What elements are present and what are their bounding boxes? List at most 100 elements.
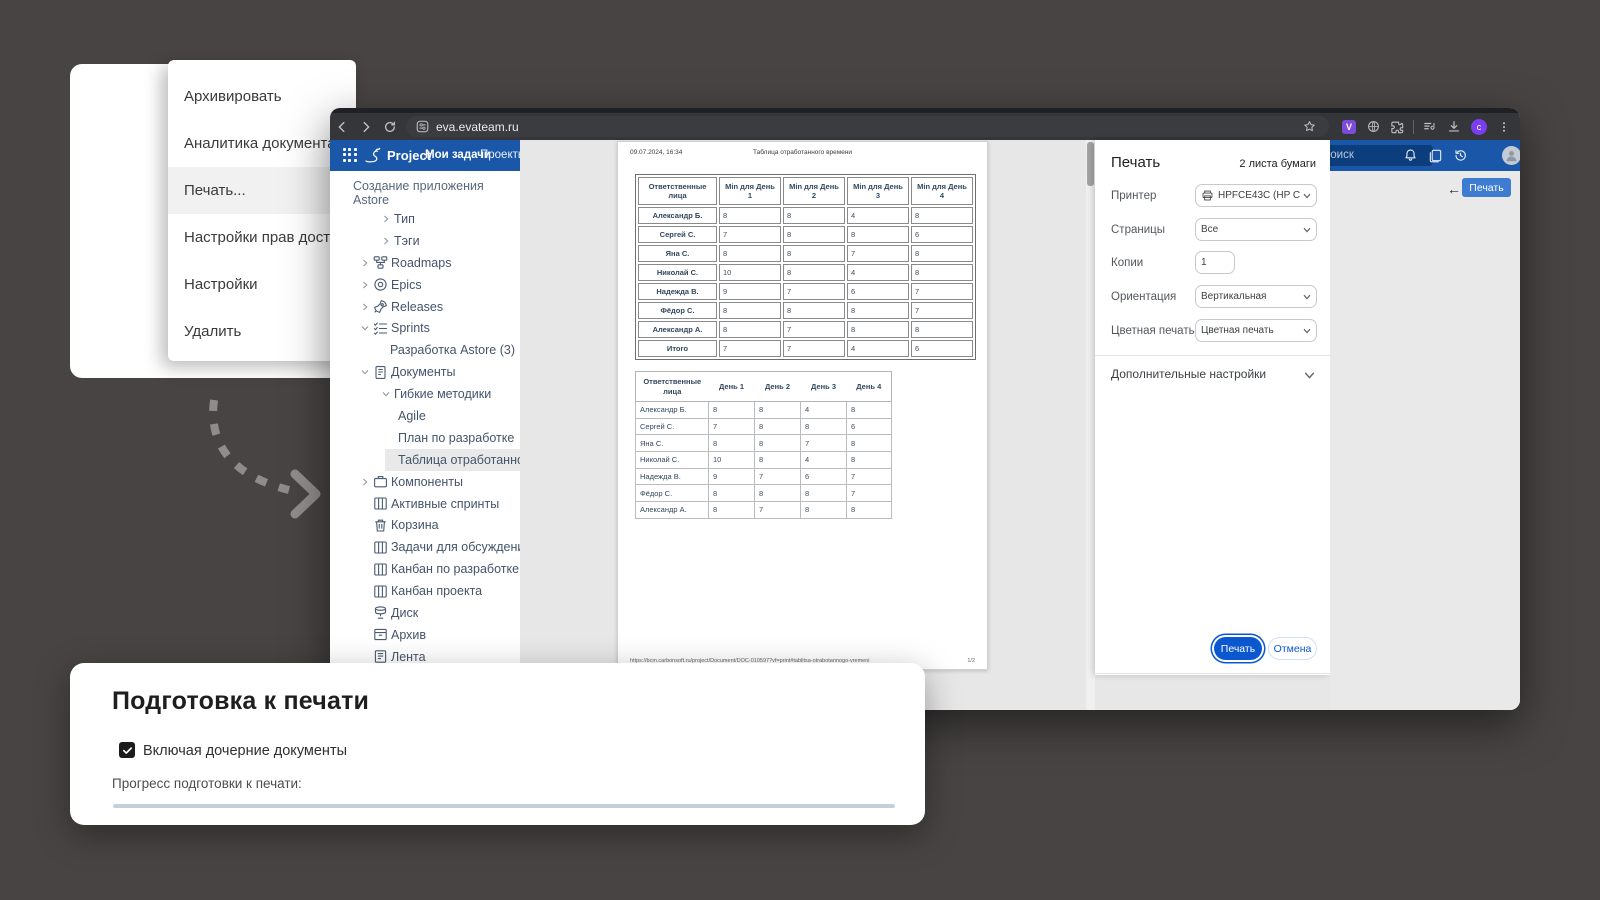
address-bar[interactable]: eva.evateam.ru	[406, 116, 1329, 137]
print-confirm-button[interactable]: Печать	[1214, 637, 1262, 660]
site-info-icon[interactable]	[414, 117, 430, 137]
kebab-menu-icon[interactable]	[1492, 117, 1516, 137]
chevron-down-icon[interactable]	[382, 390, 394, 398]
url-text[interactable]: eva.evateam.ru	[436, 120, 1297, 134]
sidebar-item[interactable]: Epics	[330, 274, 520, 296]
hours-cell: 7	[709, 418, 755, 435]
sidebar-item[interactable]: Releases	[330, 296, 520, 318]
sidebar-item-label: Sprints	[391, 321, 430, 335]
additional-settings-label[interactable]: Дополнительные настройки	[1111, 367, 1266, 381]
chevron-right-icon[interactable]	[361, 303, 373, 311]
chevron-down-icon[interactable]	[361, 368, 373, 376]
document-context-menu: АрхивироватьАналитика документаПечать...…	[168, 60, 356, 361]
bookmark-star-icon[interactable]	[1297, 117, 1321, 137]
person-name-cell: Надежда В.	[636, 468, 709, 485]
preview-scrollbar[interactable]	[1086, 140, 1095, 710]
reload-icon[interactable]	[378, 117, 402, 137]
print-field-value: Цветная печать	[1201, 325, 1300, 336]
downloads-icon[interactable]	[1442, 117, 1466, 137]
reading-list-icon[interactable]	[1418, 117, 1442, 137]
browser-profile-avatar[interactable]: c	[1471, 119, 1487, 135]
sidebar-item[interactable]: План по разработке	[330, 427, 520, 449]
board-icon	[373, 540, 391, 555]
context-menu-item[interactable]: Архивировать	[168, 73, 356, 120]
sidebar-item[interactable]: Диск	[330, 602, 520, 624]
back-icon[interactable]	[330, 117, 354, 137]
hours-cell: 6	[847, 418, 892, 435]
chevron-right-icon[interactable]	[361, 259, 373, 267]
sidebar-item[interactable]: Тэги	[330, 230, 520, 252]
sidebar-item[interactable]: Таблица отработанного времени	[330, 449, 520, 471]
sidebar-item[interactable]: Канбан по разработке	[330, 558, 520, 580]
sidebar-item[interactable]: Гибкие методики	[330, 383, 520, 405]
back-arrow[interactable]: ←	[1447, 181, 1461, 197]
print-settings-panel: Печать 2 листа бумаги ПринтерHPFCE43C (H…	[1095, 140, 1330, 675]
sidebar-item[interactable]: Agile	[330, 405, 520, 427]
preview-scrollbar-thumb[interactable]	[1087, 142, 1094, 186]
sidebar-item[interactable]: Тип	[330, 208, 520, 230]
sidebar-item[interactable]: Задачи для обсуждения	[330, 536, 520, 558]
person-name-cell: Николай С.	[636, 452, 709, 469]
chevron-down-icon[interactable]	[361, 324, 373, 332]
project-title[interactable]: Создание приложения Astore	[330, 183, 520, 203]
table-row: Надежда В.9767	[638, 283, 973, 300]
extensions-puzzle-icon[interactable]	[1385, 117, 1409, 137]
chevron-right-icon[interactable]	[361, 281, 373, 289]
hours-cell: 8	[719, 302, 781, 319]
sidebar-item[interactable]: Канбан проекта	[330, 580, 520, 602]
history-icon[interactable]	[1453, 148, 1469, 164]
print-field-value: Все	[1201, 224, 1300, 235]
context-menu-item[interactable]: Настройки	[168, 261, 356, 308]
sidebar-item[interactable]: Архив	[330, 624, 520, 646]
sidebar-item[interactable]: Документы	[330, 361, 520, 383]
app-grid-icon[interactable]	[343, 148, 357, 162]
extension-v-icon[interactable]: V	[1342, 120, 1356, 134]
context-menu-item[interactable]: Удалить	[168, 308, 356, 355]
sidebar-item[interactable]: Компоненты	[330, 471, 520, 493]
sidebar-item[interactable]: Sprints	[330, 317, 520, 339]
chevron-right-icon[interactable]	[361, 478, 373, 486]
hours-cell: 9	[709, 468, 755, 485]
globe-extension-icon[interactable]	[1361, 117, 1385, 137]
print-field-label: Страницы	[1111, 224, 1165, 236]
print-cancel-button[interactable]: Отмена	[1268, 637, 1317, 660]
context-menu-item[interactable]: Аналитика документа	[168, 120, 356, 167]
notes-icon[interactable]	[1428, 148, 1444, 164]
printer-select[interactable]: HPFCE43C (HP Color La:	[1195, 184, 1317, 207]
hours-cell: 7	[719, 340, 781, 357]
dashed-arrow-annotation	[195, 390, 335, 550]
bell-icon[interactable]	[1403, 148, 1419, 164]
table-header-cell: День 1	[709, 372, 755, 402]
app-logo-icon[interactable]	[363, 144, 383, 171]
app-print-button[interactable]: Печать	[1462, 178, 1511, 197]
chevron-right-icon[interactable]	[382, 215, 394, 223]
context-menu-item[interactable]: Настройки прав доступа	[168, 214, 356, 261]
hours-cell: 8	[783, 207, 845, 224]
hours-cell: 8	[709, 402, 755, 419]
progress-label: Прогресс подготовки к печати:	[112, 776, 302, 791]
hours-cell: 7	[847, 485, 892, 502]
context-menu-item[interactable]: Печать...	[168, 167, 356, 214]
chevron-right-icon[interactable]	[382, 237, 394, 245]
sidebar-item-label: Epics	[391, 278, 422, 292]
include-children-label[interactable]: Включая дочерние документы	[143, 743, 347, 759]
print-option-select[interactable]: Все	[1195, 218, 1317, 241]
chevron-down-icon[interactable]	[1304, 368, 1315, 386]
sidebar-item[interactable]: Разработка Astore (3)	[330, 339, 520, 361]
print-option-select[interactable]: Вертикальная	[1195, 285, 1317, 308]
hours-cell: 7	[847, 468, 892, 485]
archive-icon	[373, 627, 391, 642]
sidebar-item-label: Лента	[391, 650, 426, 664]
forward-icon[interactable]	[354, 117, 378, 137]
sidebar-item[interactable]: Roadmaps	[330, 252, 520, 274]
sidebar-item[interactable]: Активные спринты	[330, 493, 520, 515]
user-avatar[interactable]	[1502, 146, 1520, 165]
print-preview-overlay: 09.07.2024, 16:34 Таблица отработанного …	[520, 140, 1330, 710]
copies-input[interactable]: 1	[1195, 251, 1235, 274]
hours-cell: 8	[755, 435, 801, 452]
include-children-checkbox[interactable]	[119, 742, 135, 758]
sidebar-item[interactable]: Корзина	[330, 514, 520, 536]
print-field-label: Принтер	[1111, 190, 1156, 202]
print-option-select[interactable]: Цветная печать	[1195, 319, 1317, 342]
browser-toolbar: eva.evateam.ru V c	[330, 113, 1520, 140]
